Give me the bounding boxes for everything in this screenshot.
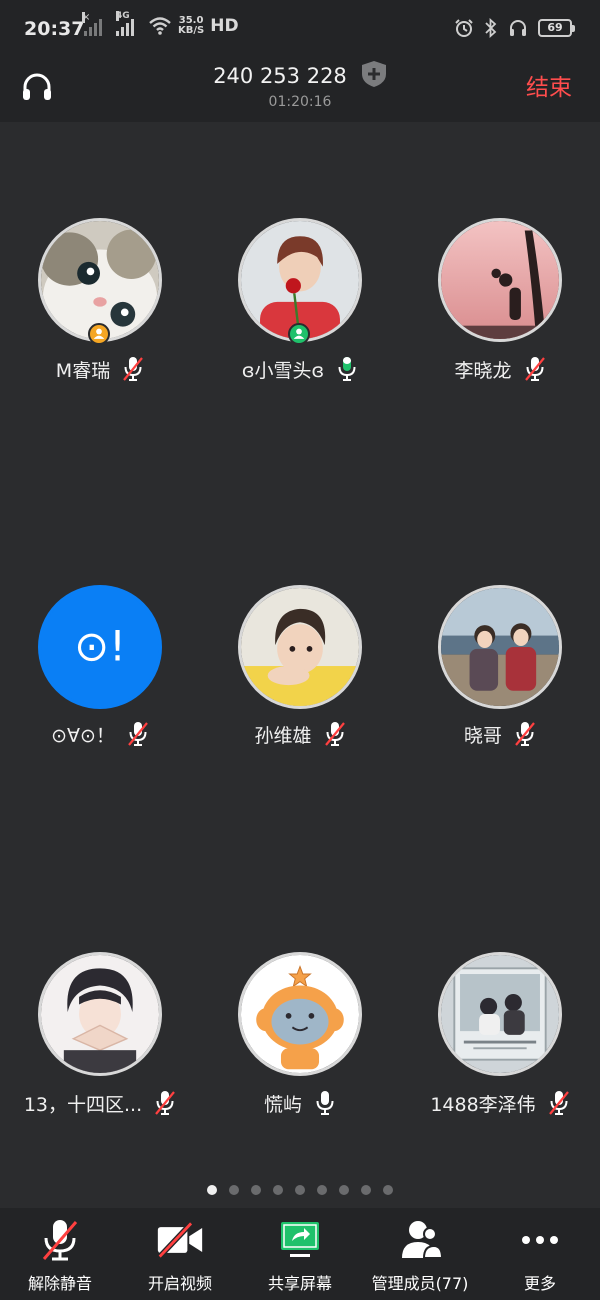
participant-label: ⊙∀⊙！ [0, 719, 200, 749]
participant-avatar [438, 585, 562, 709]
participant-label: 晓哥 [400, 719, 600, 749]
bluetooth-icon [485, 18, 497, 38]
page-dot[interactable] [295, 1185, 305, 1195]
participant-label: 李晓龙 [400, 354, 600, 384]
mic-muted-icon [128, 722, 148, 746]
host-badge-icon [88, 323, 110, 345]
signal-sim1-icon: × [82, 12, 102, 36]
mic-muted-icon [155, 1091, 175, 1115]
participant-name: 李晓龙 [454, 359, 512, 382]
share-screen-label: 共享屏幕 [267, 1274, 332, 1293]
participant-avatar [238, 585, 362, 709]
meeting-id[interactable]: 240 253 228 [0, 60, 600, 88]
video-off-icon [157, 1221, 203, 1259]
mic-muted-icon [123, 357, 144, 381]
headset-status-icon [510, 20, 526, 36]
share-screen-button[interactable]: 共享屏幕 [240, 1208, 360, 1300]
network-speed: 35.0 KB/S [178, 15, 205, 36]
page-dot[interactable] [383, 1185, 393, 1195]
start-video-button[interactable]: 开启视频 [120, 1208, 240, 1300]
page-dot[interactable] [229, 1185, 239, 1195]
participant-avatar [38, 952, 162, 1076]
more-label: 更多 [523, 1274, 556, 1293]
participant-label: 1488李泽伟 [400, 1088, 600, 1118]
manage-participants-label: 管理成员(77) [371, 1274, 469, 1293]
status-indicators-left: × 4G 35.0 KB/S HD [82, 11, 239, 36]
page-indicator [0, 1185, 600, 1195]
battery-indicator: 69 [538, 19, 575, 37]
mic-muted-icon [42, 1220, 78, 1261]
participant-name: ⊙∀⊙！ [51, 724, 115, 747]
participant-name: 晓哥 [463, 724, 502, 747]
meeting-toolbar: 解除静音 开启视频 共享屏幕 管理成员(77) 更多 [0, 1208, 600, 1300]
participant-name: ɞ小雪头ɞ [241, 359, 325, 382]
mic-muted-icon [548, 1091, 569, 1115]
participant-label: ɞ小雪头ɞ [200, 354, 400, 384]
page-dot[interactable] [207, 1185, 217, 1195]
participant-name: M睿瑞 [55, 359, 111, 382]
participant-label: 慌屿 [200, 1088, 400, 1118]
page-dot[interactable] [273, 1185, 283, 1195]
participant-name: 1488李泽伟 [430, 1093, 536, 1116]
wifi-icon [149, 17, 171, 35]
manage-participants-button[interactable]: 管理成员(77) [360, 1208, 480, 1300]
mic-muted-icon [324, 722, 345, 746]
mic-muted-icon [524, 357, 545, 381]
participant-avatar [438, 952, 562, 1076]
status-time: 20:37 [24, 18, 85, 40]
mic-on-icon [316, 1091, 334, 1115]
avatar-initials: ⊙! [74, 621, 126, 670]
meeting-header: 240 253 228 01:20:16 结束 [0, 60, 600, 122]
participant-name: 慌屿 [263, 1093, 302, 1116]
meeting-duration: 01:20:16 [268, 94, 332, 110]
status-indicators-right: 69 [454, 18, 575, 38]
mic-active-icon [338, 357, 356, 381]
page-dot[interactable] [317, 1185, 327, 1195]
hd-voice-label: HD [210, 16, 239, 36]
alarm-icon [455, 19, 473, 37]
participant-label: 13，十四区... [0, 1088, 200, 1118]
status-bar: 20:37 × 4G 35.0 KB/S HD 69 [0, 0, 600, 60]
participant-name: 孙维雄 [254, 724, 312, 747]
participant-avatar [238, 952, 362, 1076]
signal-sim2-icon: 4G [116, 11, 134, 36]
page-dot[interactable] [251, 1185, 261, 1195]
start-video-label: 开启视频 [147, 1274, 212, 1293]
participant-avatar: ⊙! [38, 585, 162, 709]
cohost-badge-icon [288, 323, 310, 345]
participant-name: 13，十四区... [23, 1093, 143, 1116]
unmute-button[interactable]: 解除静音 [0, 1208, 120, 1300]
participants-icon [402, 1221, 444, 1259]
end-meeting-button[interactable]: 结束 [526, 68, 572, 102]
more-dots-icon [522, 1236, 558, 1244]
participant-label: 孙维雄 [200, 719, 400, 749]
unmute-label: 解除静音 [27, 1274, 92, 1293]
mic-muted-icon [515, 722, 535, 746]
more-button[interactable]: 更多 [480, 1208, 600, 1300]
participant-label: M睿瑞 [0, 354, 200, 384]
page-dot[interactable] [361, 1185, 371, 1195]
share-screen-icon [281, 1222, 319, 1257]
page-dot[interactable] [339, 1185, 349, 1195]
participant-avatar [438, 218, 562, 342]
meeting-security-shield-icon[interactable] [361, 60, 387, 88]
